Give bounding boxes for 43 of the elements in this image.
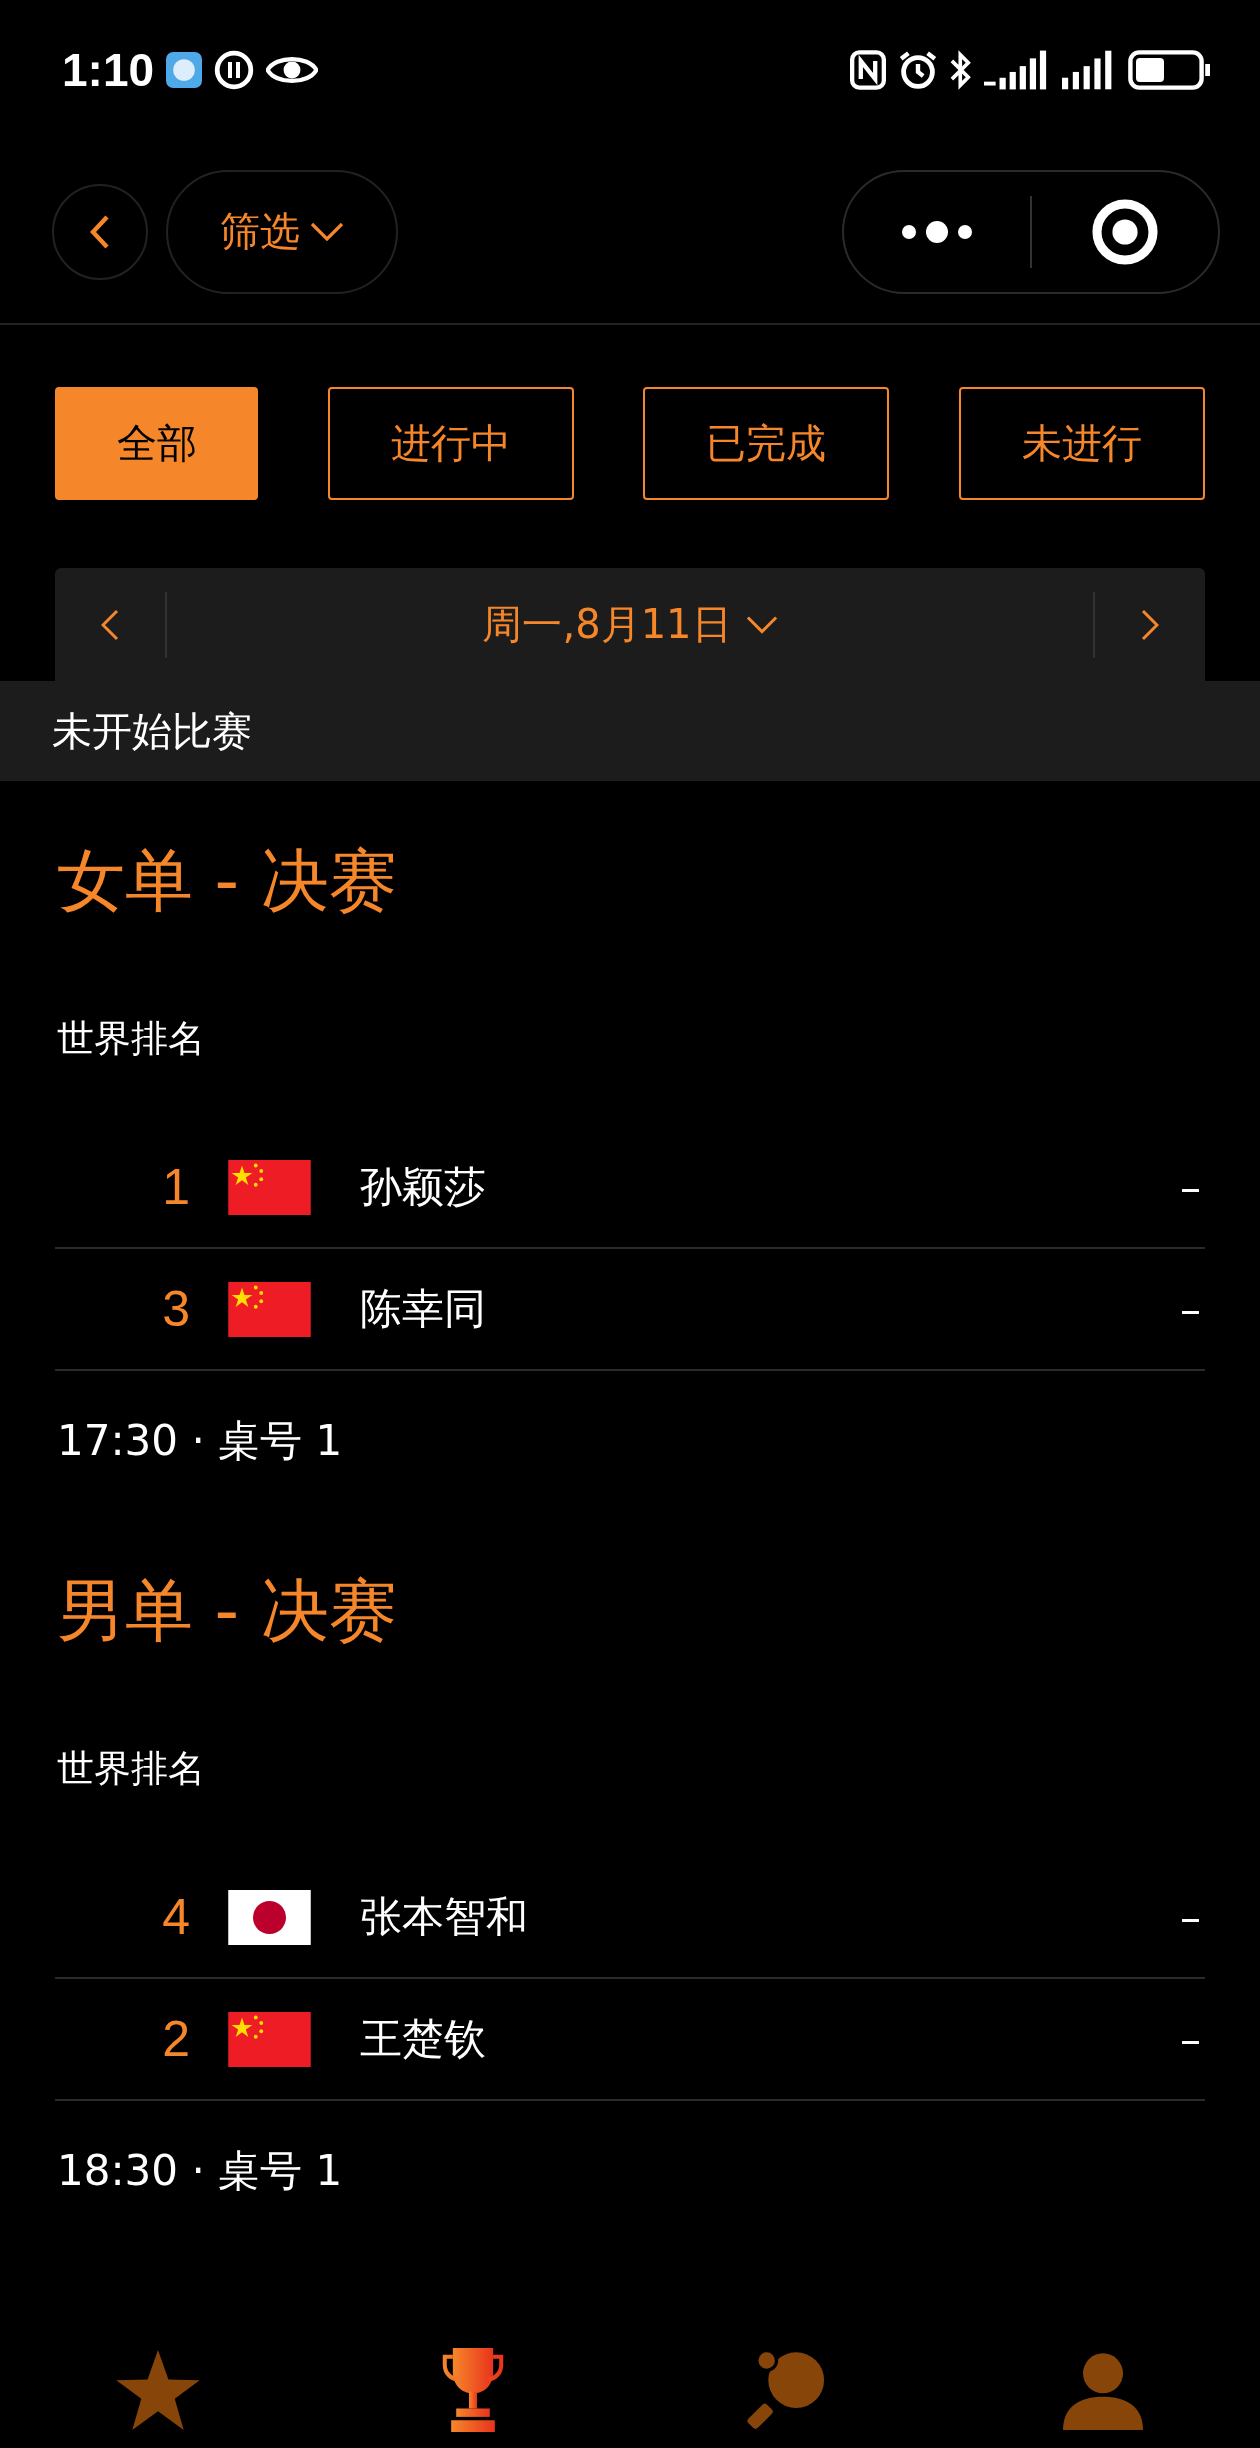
nfc-icon [850,50,886,90]
back-icon [90,213,110,250]
status-tab[interactable]: 已完成 [643,387,890,500]
player-score: – [1180,1162,1202,1212]
match-time-table: 18:30 · 桌号 1 [55,2101,1205,2241]
chevron-right-icon [1141,608,1159,641]
player-score: – [1180,2014,1202,2064]
player-rank: 2 [161,2010,190,2068]
player-name: 陈幸同 [360,1283,487,1335]
china-flag-icon [228,2011,311,2067]
match-time-table: 17:30 · 桌号 1 [55,1371,1205,1511]
alarm-icon [898,50,938,90]
filter-dropdown[interactable]: 筛选 [166,169,398,294]
app-notification-icon [166,52,203,88]
status-tab[interactable]: 全部 [55,387,258,500]
more-icon [899,219,975,244]
chevron-down-icon [310,221,344,242]
target-icon [1090,196,1160,267]
match-title: 女单 - 决赛 [56,839,398,922]
clock: 1:10 [62,43,155,97]
player-name: 张本智和 [360,1891,529,1943]
player-score: – [1180,1892,1202,1942]
bluetooth-icon [950,50,972,90]
player-rank: 3 [161,1280,190,1338]
battery-icon [1128,50,1212,90]
player-name: 孙颖莎 [360,1161,487,1213]
player-rank: 4 [161,1888,190,1946]
date-picker[interactable]: 周一,8月11日 [167,596,1093,653]
china-flag-icon [228,1281,311,1337]
ranking-label: 世界排名 [56,1746,206,1792]
status-tab[interactable]: 未进行 [958,387,1205,500]
player-score: – [1180,1284,1202,1334]
china-flag-icon [228,1159,311,1215]
status-tab[interactable]: 进行中 [327,387,574,500]
ranking-label: 世界排名 [56,1016,206,1062]
player-name: 王楚钦 [360,2013,487,2065]
chevron-left-icon [101,608,119,641]
chevron-down-icon [745,614,778,635]
back-button[interactable] [52,183,148,280]
section-title: 未开始比赛 [52,706,252,756]
player-rank: 1 [161,1158,190,1216]
japan-flag-icon [228,1889,311,1945]
match-title: 男单 - 决赛 [56,1569,398,1652]
